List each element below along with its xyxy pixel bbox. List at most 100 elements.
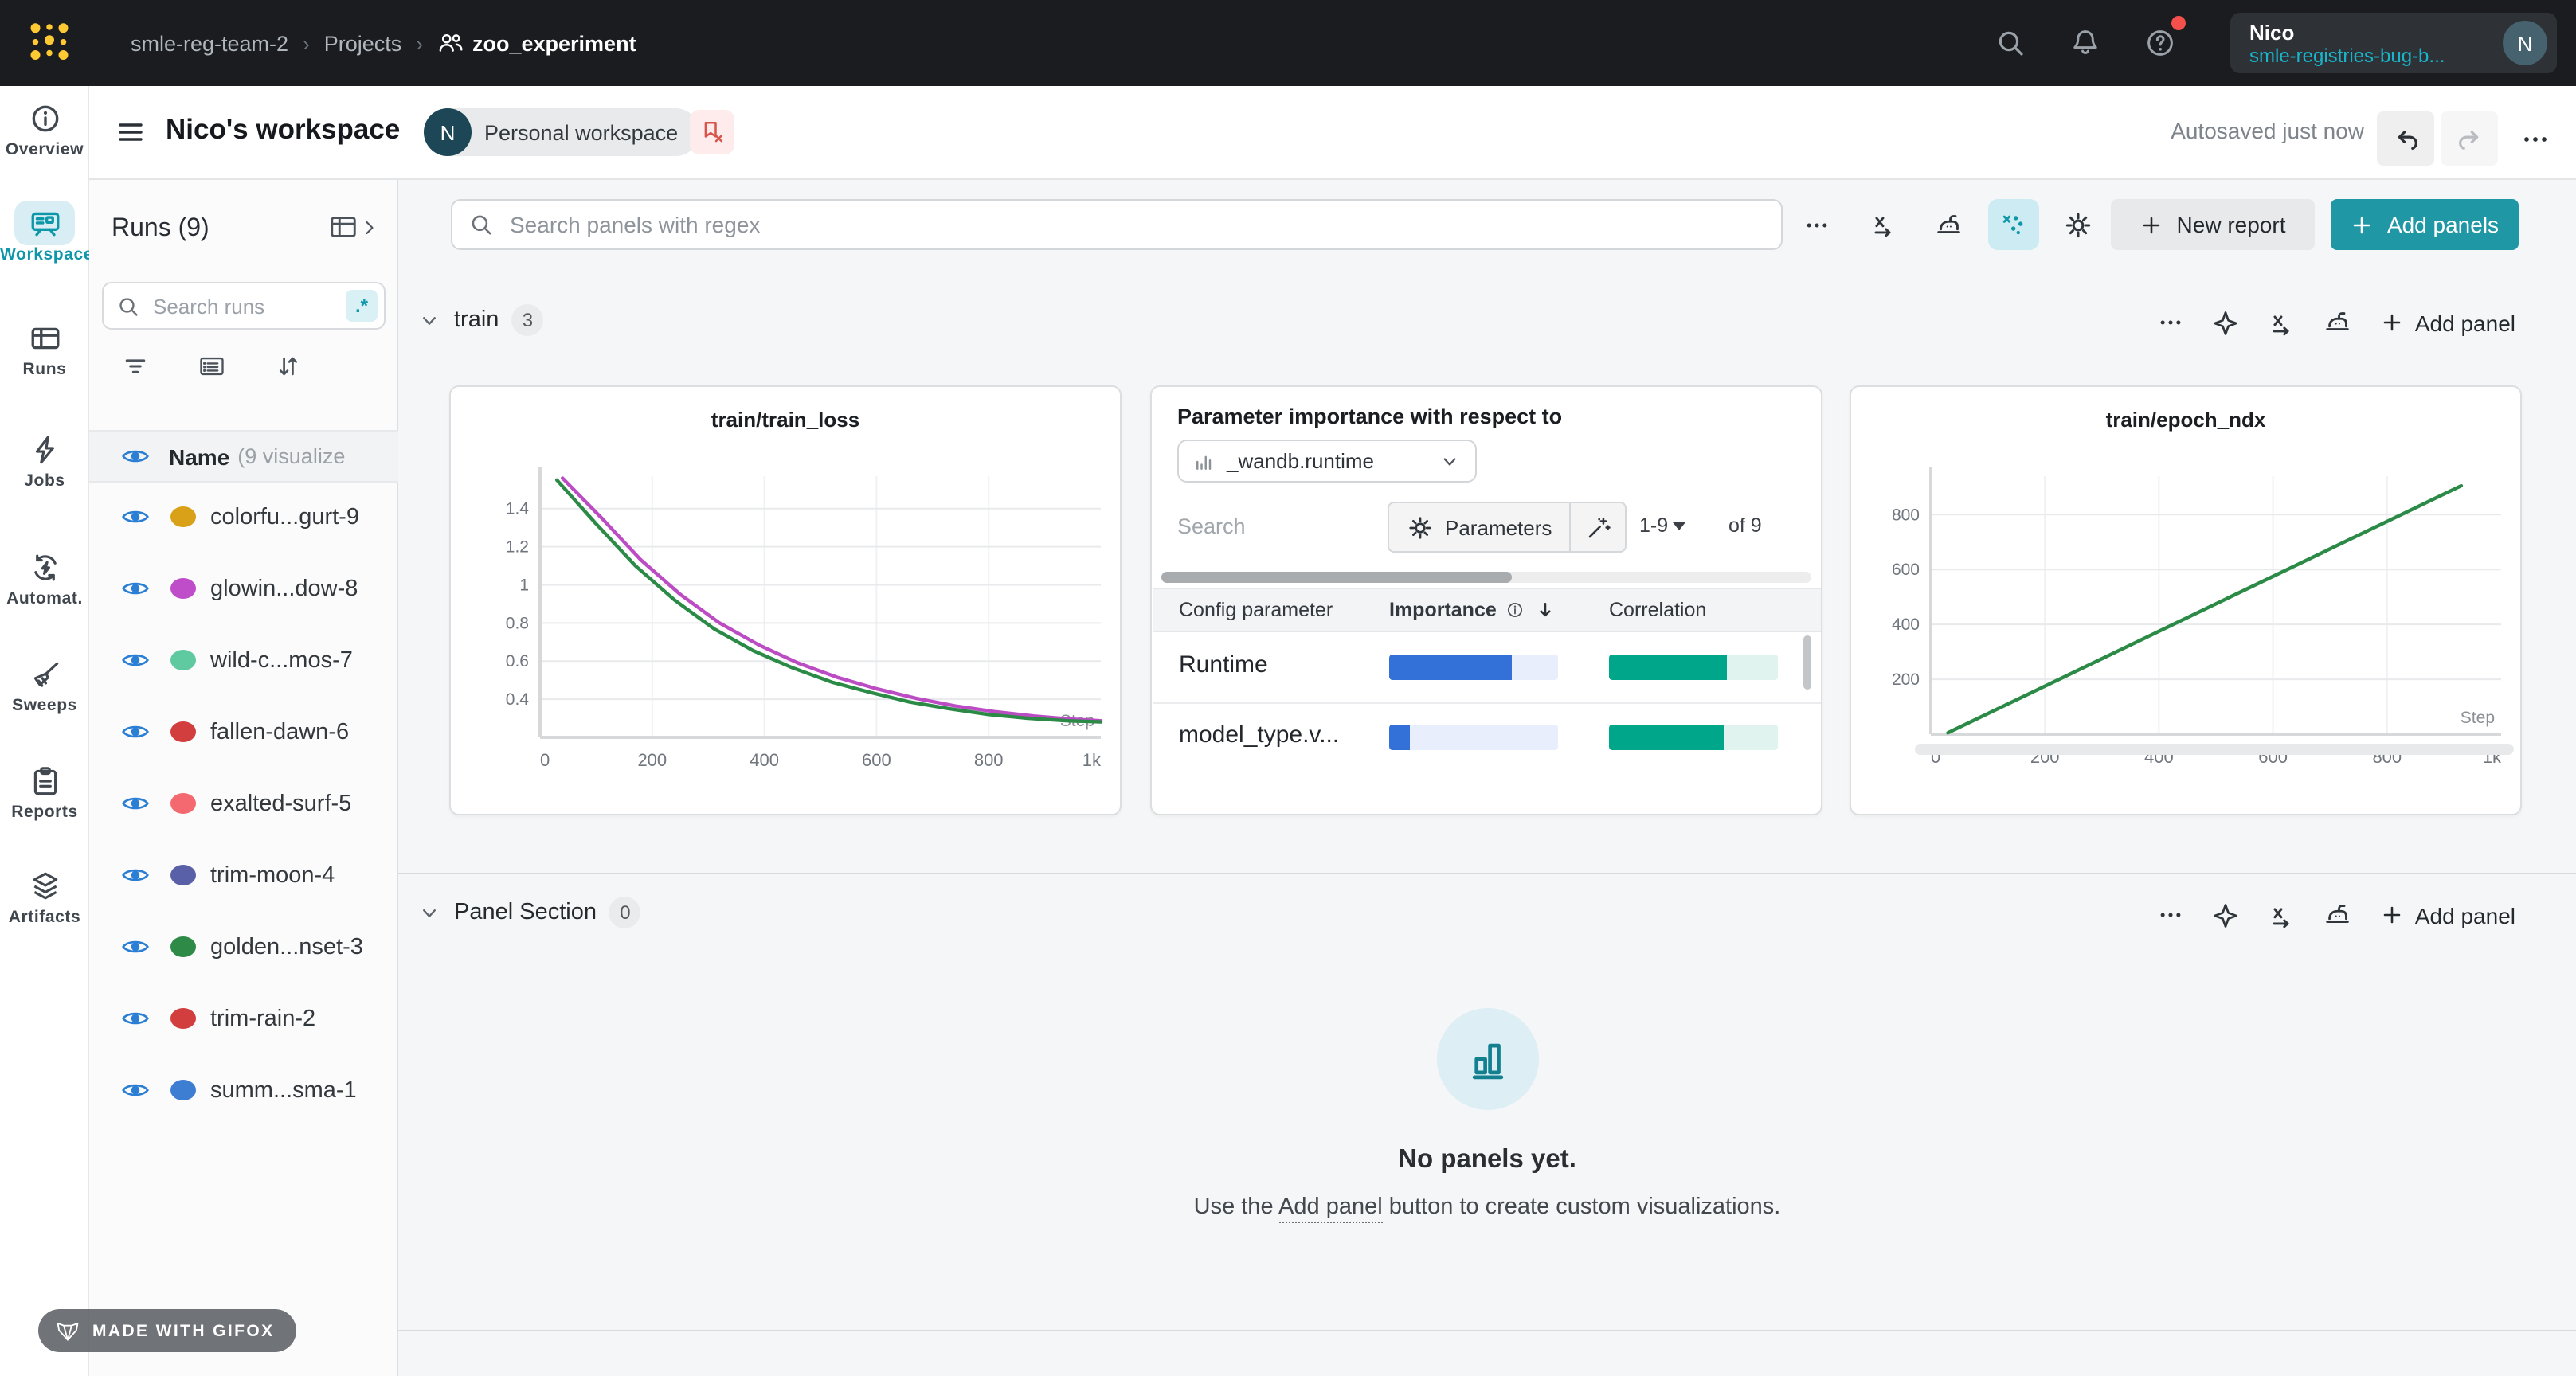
smoothing-settings-button[interactable] [1923,199,1974,250]
run-row[interactable]: trim-rain-2 [89,983,398,1054]
column-importance[interactable]: Importance [1389,599,1557,621]
run-list-header-name[interactable]: Name [169,444,229,469]
sidebar-item-automat[interactable]: Automat. [0,551,89,608]
bell-icon[interactable] [2069,27,2101,59]
panel-train-loss[interactable]: train/train_loss 0.40.60.811.21.40200400… [449,385,1122,815]
visibility-icon[interactable] [121,793,150,814]
column-correlation[interactable]: Correlation [1609,599,1706,621]
sort-icon[interactable] [274,352,303,381]
sidebar-item-workspace[interactable]: Workspace [0,207,89,264]
panel-search-overflow[interactable] [1791,199,1842,250]
visibility-icon[interactable] [121,1080,150,1100]
run-name[interactable]: glowin...dow-8 [210,576,358,601]
pagination-range-select[interactable]: 1-9 [1639,514,1685,537]
filter-icon[interactable] [121,352,150,381]
run-name[interactable]: trim-moon-4 [210,862,335,888]
undo-button[interactable] [2377,111,2434,166]
pin-section-icon[interactable] [2211,308,2240,337]
personal-workspace-badge[interactable]: N Personal workspace [424,108,699,156]
run-name[interactable]: wild-c...mos-7 [210,647,353,673]
run-name[interactable]: golden...nset-3 [210,934,363,960]
visibility-icon[interactable] [121,865,150,885]
breadcrumb-project[interactable]: zoo_experiment [437,31,636,55]
run-search-input[interactable] [150,292,336,319]
expand-runs-table-button[interactable] [328,212,381,242]
sidebar-item-artifacts[interactable]: Artifacts [0,870,89,927]
run-row[interactable]: golden...nset-3 [89,911,398,983]
parameters-button[interactable]: Parameters [1388,502,1571,553]
visibility-icon[interactable] [121,506,150,527]
smoothing-iron-icon[interactable] [2323,307,2353,338]
run-name[interactable]: trim-rain-2 [210,1006,315,1031]
scrollbar-thumb[interactable] [1161,572,1512,583]
run-row[interactable]: trim-moon-4 [89,839,398,911]
run-name[interactable]: exalted-surf-5 [210,791,351,816]
avatar[interactable]: N [2503,21,2547,65]
visibility-icon[interactable] [121,650,150,670]
breadcrumb-team[interactable]: smle-reg-team-2 [131,31,288,55]
param-search-placeholder[interactable]: Search [1177,514,1246,538]
sidebar-item-runs[interactable]: Runs [0,322,89,379]
section-header-panel-section[interactable]: Panel Section 0 [417,897,641,928]
smoothing-iron-icon[interactable] [2323,900,2353,930]
help-icon[interactable] [2144,27,2176,59]
param-row[interactable]: model_type.v... [1153,702,1821,772]
visibility-icon[interactable] [121,578,150,599]
section-header-train[interactable]: train 3 [417,304,543,336]
run-row[interactable]: exalted-surf-5 [89,768,398,839]
visibility-icon[interactable] [121,721,150,742]
x-axis-icon[interactable] [2267,901,2296,929]
visibility-icon[interactable] [121,936,150,957]
panel-search-input[interactable] [507,210,1765,239]
run-row[interactable]: fallen-dawn-6 [89,696,398,768]
run-name[interactable]: summ...sma-1 [210,1077,357,1103]
panel-search-box [451,199,1783,250]
breadcrumb-projects[interactable]: Projects [324,31,402,55]
workspace-badge-label: Personal workspace [484,120,678,144]
sidebar-item-jobs[interactable]: Jobs [0,433,89,491]
x-axis-settings-button[interactable] [1858,199,1909,250]
run-row[interactable]: summ...sma-1 [89,1054,398,1126]
run-row[interactable]: glowin...dow-8 [89,553,398,624]
param-row[interactable]: Runtime [1153,632,1821,704]
run-name[interactable]: fallen-dawn-6 [210,719,349,745]
run-row[interactable]: wild-c...mos-7 [89,624,398,696]
wandb-logo-icon[interactable] [25,19,73,67]
add-panel-button[interactable]: Add panel [2380,902,2515,928]
clear-workspace-button[interactable] [690,110,734,154]
panel-epoch-ndx[interactable]: train/epoch_ndx 200400600800020040060080… [1850,385,2522,815]
metric-select[interactable]: _wandb.runtime [1177,440,1477,483]
run-name[interactable]: colorfu...gurt-9 [210,504,359,530]
group-list-icon[interactable] [198,352,226,381]
regex-toggle[interactable]: .* [346,290,378,322]
horizontal-scrollbar[interactable] [1161,572,1811,583]
chart-horizontal-scrollbar[interactable] [1915,744,2514,755]
search-icon[interactable] [1995,27,2026,59]
magic-wand-button[interactable] [1571,502,1627,553]
user-menu[interactable]: Nico smle-registries-bug-b... N [2230,13,2557,73]
param-name: model_type.v... [1179,721,1339,749]
column-config-parameter[interactable]: Config parameter [1179,599,1333,621]
add-panel-link[interactable]: Add panel [1278,1194,1383,1223]
more-dots-icon[interactable] [2157,901,2184,928]
add-panels-button[interactable]: Add panels [2331,199,2519,250]
fox-icon [54,1319,81,1343]
pin-section-icon[interactable] [2211,901,2240,929]
outliers-toggle-button[interactable] [1988,199,2039,250]
workspace-overflow-menu[interactable] [2506,111,2563,166]
add-panel-button[interactable]: Add panel [2380,310,2515,335]
x-axis-icon[interactable] [2267,308,2296,337]
more-dots-icon[interactable] [2157,309,2184,336]
run-row[interactable]: colorfu...gurt-9 [89,481,398,553]
sidebar-item-reports[interactable]: Reports [0,764,89,822]
panel-parameter-importance[interactable]: Parameter importance with respect to _wa… [1150,385,1822,815]
visibility-icon[interactable] [121,1008,150,1029]
sidebar-item-overview[interactable]: Overview [0,102,89,159]
sidebar-item-sweeps[interactable]: Sweeps [0,658,89,715]
new-report-button[interactable]: New report [2111,199,2315,250]
workspace-settings-button[interactable] [2052,199,2103,250]
redo-button[interactable] [2441,111,2498,166]
vertical-scrollbar[interactable] [1803,635,1811,690]
visibility-all-icon[interactable] [121,446,150,467]
hamburger-menu-icon[interactable] [115,116,147,148]
